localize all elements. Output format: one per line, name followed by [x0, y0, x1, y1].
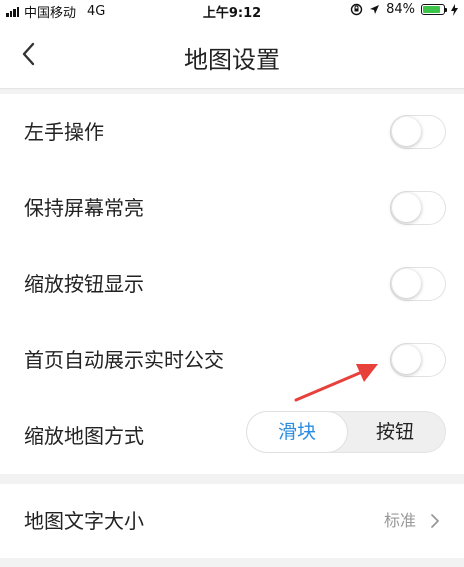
zoom-mode-button-option[interactable]: 按钮 [345, 412, 445, 452]
setting-label-realtime-bus: 首页自动展示实时公交 [24, 348, 224, 372]
status-right: 84% [350, 2, 458, 17]
setting-row-zoom-buttons: 缩放按钮显示 [0, 246, 464, 322]
chevron-right-icon [431, 514, 439, 528]
map-text-size-row[interactable]: 地图文字大小 标准 [0, 484, 464, 558]
map-text-size-value: 标准 [383, 511, 416, 530]
orientation-lock-icon [350, 3, 363, 16]
location-icon [370, 5, 380, 14]
setting-row-keep-screen-on: 保持屏幕常亮 [0, 170, 464, 246]
setting-label-zoom-mode: 缩放地图方式 [24, 424, 144, 448]
setting-label-keep-screen-on: 保持屏幕常亮 [24, 196, 144, 220]
page-title: 地图设置 [184, 46, 280, 74]
charging-icon [451, 3, 458, 16]
setting-row-left-hand: 左手操作 [0, 94, 464, 170]
setting-label-left-hand: 左手操作 [24, 120, 104, 144]
keep-screen-on-toggle[interactable] [390, 191, 446, 225]
battery-percent: 84% [386, 2, 415, 17]
setting-label-zoom-buttons: 缩放按钮显示 [24, 272, 144, 296]
realtime-bus-toggle[interactable] [390, 343, 446, 377]
status-bar: 中国移动 4G 上午9:12 84% [0, 0, 464, 21]
navigation-bar: 地图设置 [0, 20, 464, 89]
map-settings-group: 左手操作 保持屏幕常亮 缩放按钮显示 首页自动展示实时公交 缩放地图方式 滑块 … [0, 94, 464, 474]
setting-row-zoom-mode: 缩放地图方式 滑块 按钮 [0, 398, 464, 474]
setting-row-realtime-bus: 首页自动展示实时公交 [0, 322, 464, 398]
map-text-size-label: 地图文字大小 [24, 509, 144, 533]
zoom-mode-segmented-control: 滑块 按钮 [246, 411, 446, 453]
zoom-mode-slider-option[interactable]: 滑块 [247, 412, 347, 452]
left-hand-toggle[interactable] [390, 115, 446, 149]
battery-icon [421, 4, 447, 15]
zoom-buttons-toggle[interactable] [390, 267, 446, 301]
